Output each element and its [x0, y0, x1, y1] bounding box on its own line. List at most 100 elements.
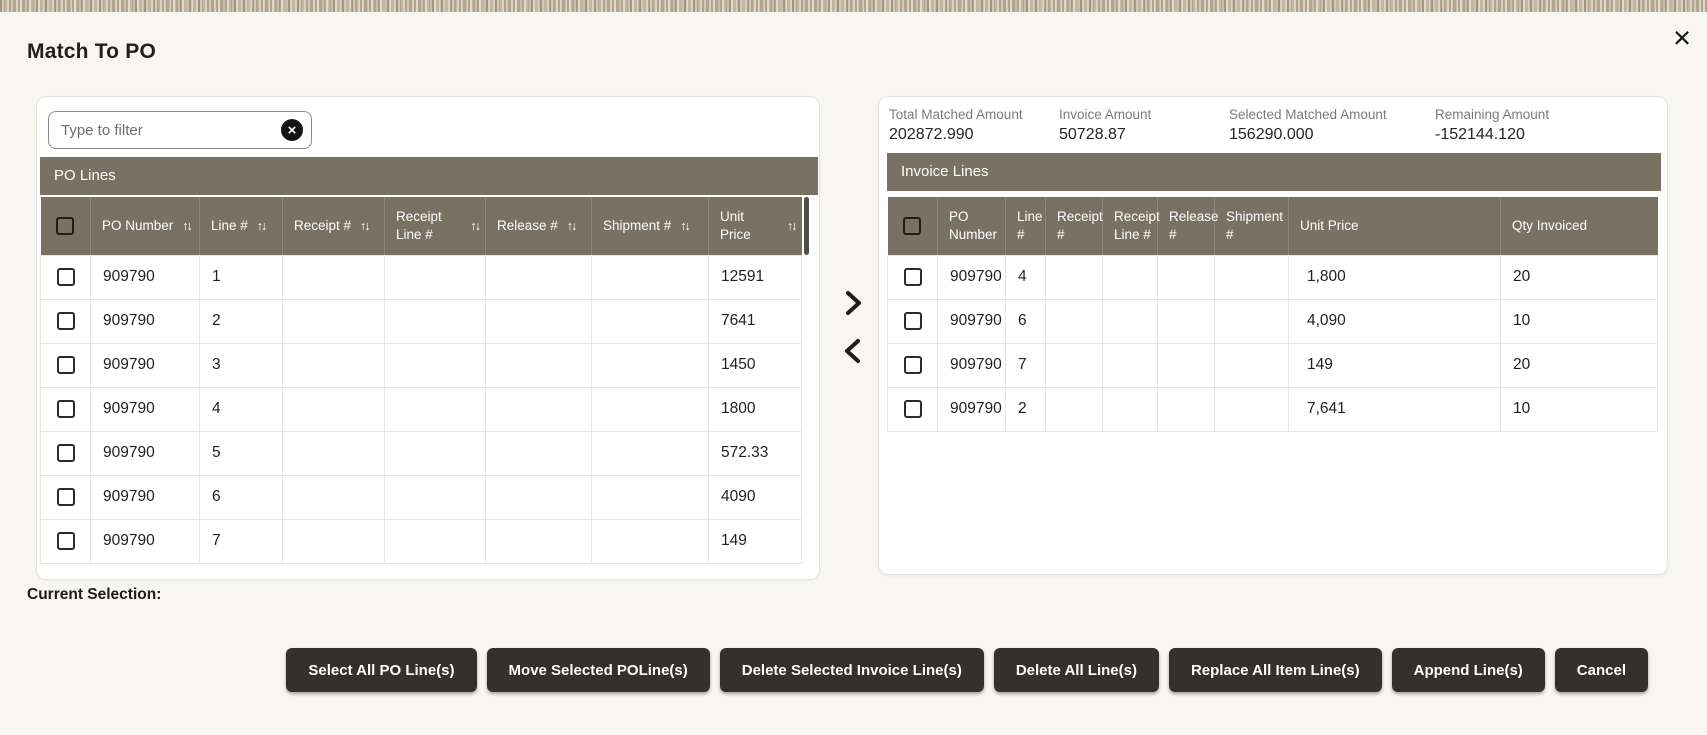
- stat-value: 50728.87: [1059, 126, 1151, 144]
- cell-line: 4: [1006, 255, 1046, 299]
- clear-filter-icon[interactable]: ×: [281, 119, 303, 141]
- sort-icon[interactable]: ↑↓: [182, 219, 193, 233]
- stat-value: 156290.000: [1229, 126, 1387, 144]
- filter-input[interactable]: [61, 122, 281, 139]
- row-checkbox[interactable]: [57, 268, 75, 286]
- po-col-shipment[interactable]: Shipment # ↑↓: [592, 197, 709, 255]
- cell-receipt-line: [385, 387, 486, 431]
- move-left-icon[interactable]: [836, 334, 870, 368]
- row-checkbox-cell: [41, 343, 91, 387]
- po-select-all-checkbox[interactable]: [56, 217, 74, 235]
- sort-icon[interactable]: ↑↓: [257, 219, 268, 233]
- page-title: Match To PO: [27, 40, 156, 64]
- column-label: Shipment #: [1226, 208, 1284, 244]
- row-checkbox[interactable]: [57, 488, 75, 506]
- current-selection-label: Current Selection:: [27, 586, 161, 604]
- stat-remaining-amount: Remaining Amount -152144.120: [1435, 107, 1549, 144]
- cell-receipt-line: [385, 475, 486, 519]
- cell-shipment: [592, 299, 709, 343]
- row-checkbox[interactable]: [904, 400, 922, 418]
- po-col-receipt-line[interactable]: Receipt Line # ↑↓: [385, 197, 486, 255]
- table-row: 909790 2 7,641 10: [888, 387, 1658, 431]
- invoice-lines-caption: Invoice Lines: [887, 153, 1661, 191]
- delete-selected-invoice-lines-button[interactable]: Delete Selected Invoice Line(s): [720, 648, 984, 692]
- cell-shipment: [1215, 343, 1289, 387]
- sort-icon[interactable]: ↑↓: [360, 219, 371, 233]
- cell-po-number: 909790: [938, 255, 1006, 299]
- cell-receipt: [283, 519, 385, 563]
- inv-col-unit-price: Unit Price: [1289, 197, 1501, 255]
- move-right-icon[interactable]: [836, 286, 870, 320]
- column-label: Receipt Line #: [396, 208, 462, 244]
- table-row: 909790 4 1800: [41, 387, 802, 431]
- row-checkbox[interactable]: [57, 312, 75, 330]
- cell-unit-price: 1,800: [1289, 255, 1501, 299]
- cell-po-number: 909790: [938, 299, 1006, 343]
- cell-receipt-line: [1103, 343, 1158, 387]
- po-col-unit-price[interactable]: Unit Price↑↓: [709, 197, 802, 255]
- cell-shipment: [592, 343, 709, 387]
- column-label: Qty Invoiced: [1512, 217, 1587, 235]
- append-lines-button[interactable]: Append Line(s): [1392, 648, 1545, 692]
- sort-icon[interactable]: ↑↓: [471, 219, 482, 233]
- chevron-left-icon: [840, 336, 866, 366]
- column-label: Shipment #: [603, 217, 671, 235]
- cell-po-number: 909790: [91, 475, 200, 519]
- row-checkbox[interactable]: [904, 356, 922, 374]
- cell-receipt-line: [385, 255, 486, 299]
- row-checkbox-cell: [41, 255, 91, 299]
- sort-icon[interactable]: ↑↓: [567, 219, 578, 233]
- row-checkbox-cell: [888, 299, 938, 343]
- po-select-all-header[interactable]: [41, 197, 91, 255]
- cell-shipment: [592, 255, 709, 299]
- sort-icon[interactable]: ↑↓: [680, 219, 691, 233]
- column-label: Line #: [1017, 208, 1043, 244]
- cell-line: 2: [200, 299, 283, 343]
- po-col-receipt[interactable]: Receipt #↑↓: [283, 197, 385, 255]
- cell-unit-price: 572.33: [709, 431, 802, 475]
- cell-shipment: [592, 519, 709, 563]
- delete-all-lines-button[interactable]: Delete All Line(s): [994, 648, 1159, 692]
- invoice-select-all-header[interactable]: [888, 197, 938, 255]
- row-checkbox-cell: [41, 387, 91, 431]
- row-checkbox[interactable]: [57, 400, 75, 418]
- column-label: Release #: [497, 217, 558, 235]
- select-all-po-lines-button[interactable]: Select All PO Line(s): [286, 648, 476, 692]
- close-icon[interactable]: ×: [1662, 18, 1702, 58]
- table-row: 909790 1 12591: [41, 255, 802, 299]
- sort-icon[interactable]: ↑↓: [787, 219, 798, 233]
- stat-label: Total Matched Amount: [889, 107, 1023, 122]
- cell-shipment: [592, 475, 709, 519]
- cell-receipt-line: [1103, 255, 1158, 299]
- po-table-scrollbar[interactable]: [804, 197, 809, 255]
- table-row: 909790 4 1,800 20: [888, 255, 1658, 299]
- row-checkbox[interactable]: [57, 532, 75, 550]
- row-checkbox[interactable]: [904, 268, 922, 286]
- replace-all-item-lines-button[interactable]: Replace All Item Line(s): [1169, 648, 1382, 692]
- stat-selected-matched-amount: Selected Matched Amount 156290.000: [1229, 107, 1387, 144]
- table-row: 909790 7 149: [41, 519, 802, 563]
- cell-po-number: 909790: [91, 387, 200, 431]
- po-col-release[interactable]: Release # ↑↓: [486, 197, 592, 255]
- row-checkbox-cell: [888, 343, 938, 387]
- row-checkbox[interactable]: [57, 356, 75, 374]
- po-col-line[interactable]: Line #↑↓: [200, 197, 283, 255]
- cell-release: [1158, 343, 1215, 387]
- cell-unit-price: 149: [709, 519, 802, 563]
- cell-qty-invoiced: 10: [1501, 387, 1658, 431]
- row-checkbox[interactable]: [57, 444, 75, 462]
- po-table-header-row: PO Number↑↓ Line #↑↓ Receipt #↑↓ Receipt…: [41, 197, 802, 255]
- cell-unit-price: 7,641: [1289, 387, 1501, 431]
- cancel-button[interactable]: Cancel: [1555, 648, 1648, 692]
- po-col-po-number[interactable]: PO Number↑↓: [91, 197, 200, 255]
- invoice-select-all-checkbox[interactable]: [903, 217, 921, 235]
- cell-po-number: 909790: [91, 431, 200, 475]
- inv-col-po-number: PO Number: [938, 197, 1006, 255]
- row-checkbox[interactable]: [904, 312, 922, 330]
- move-selected-po-lines-button[interactable]: Move Selected POLine(s): [487, 648, 710, 692]
- stat-label: Remaining Amount: [1435, 107, 1549, 122]
- row-checkbox-cell: [41, 519, 91, 563]
- po-lines-table: PO Number↑↓ Line #↑↓ Receipt #↑↓ Receipt…: [40, 197, 802, 564]
- cell-shipment: [1215, 255, 1289, 299]
- invoice-table-header-row: PO Number Line # Receipt # Receipt Line …: [888, 197, 1658, 255]
